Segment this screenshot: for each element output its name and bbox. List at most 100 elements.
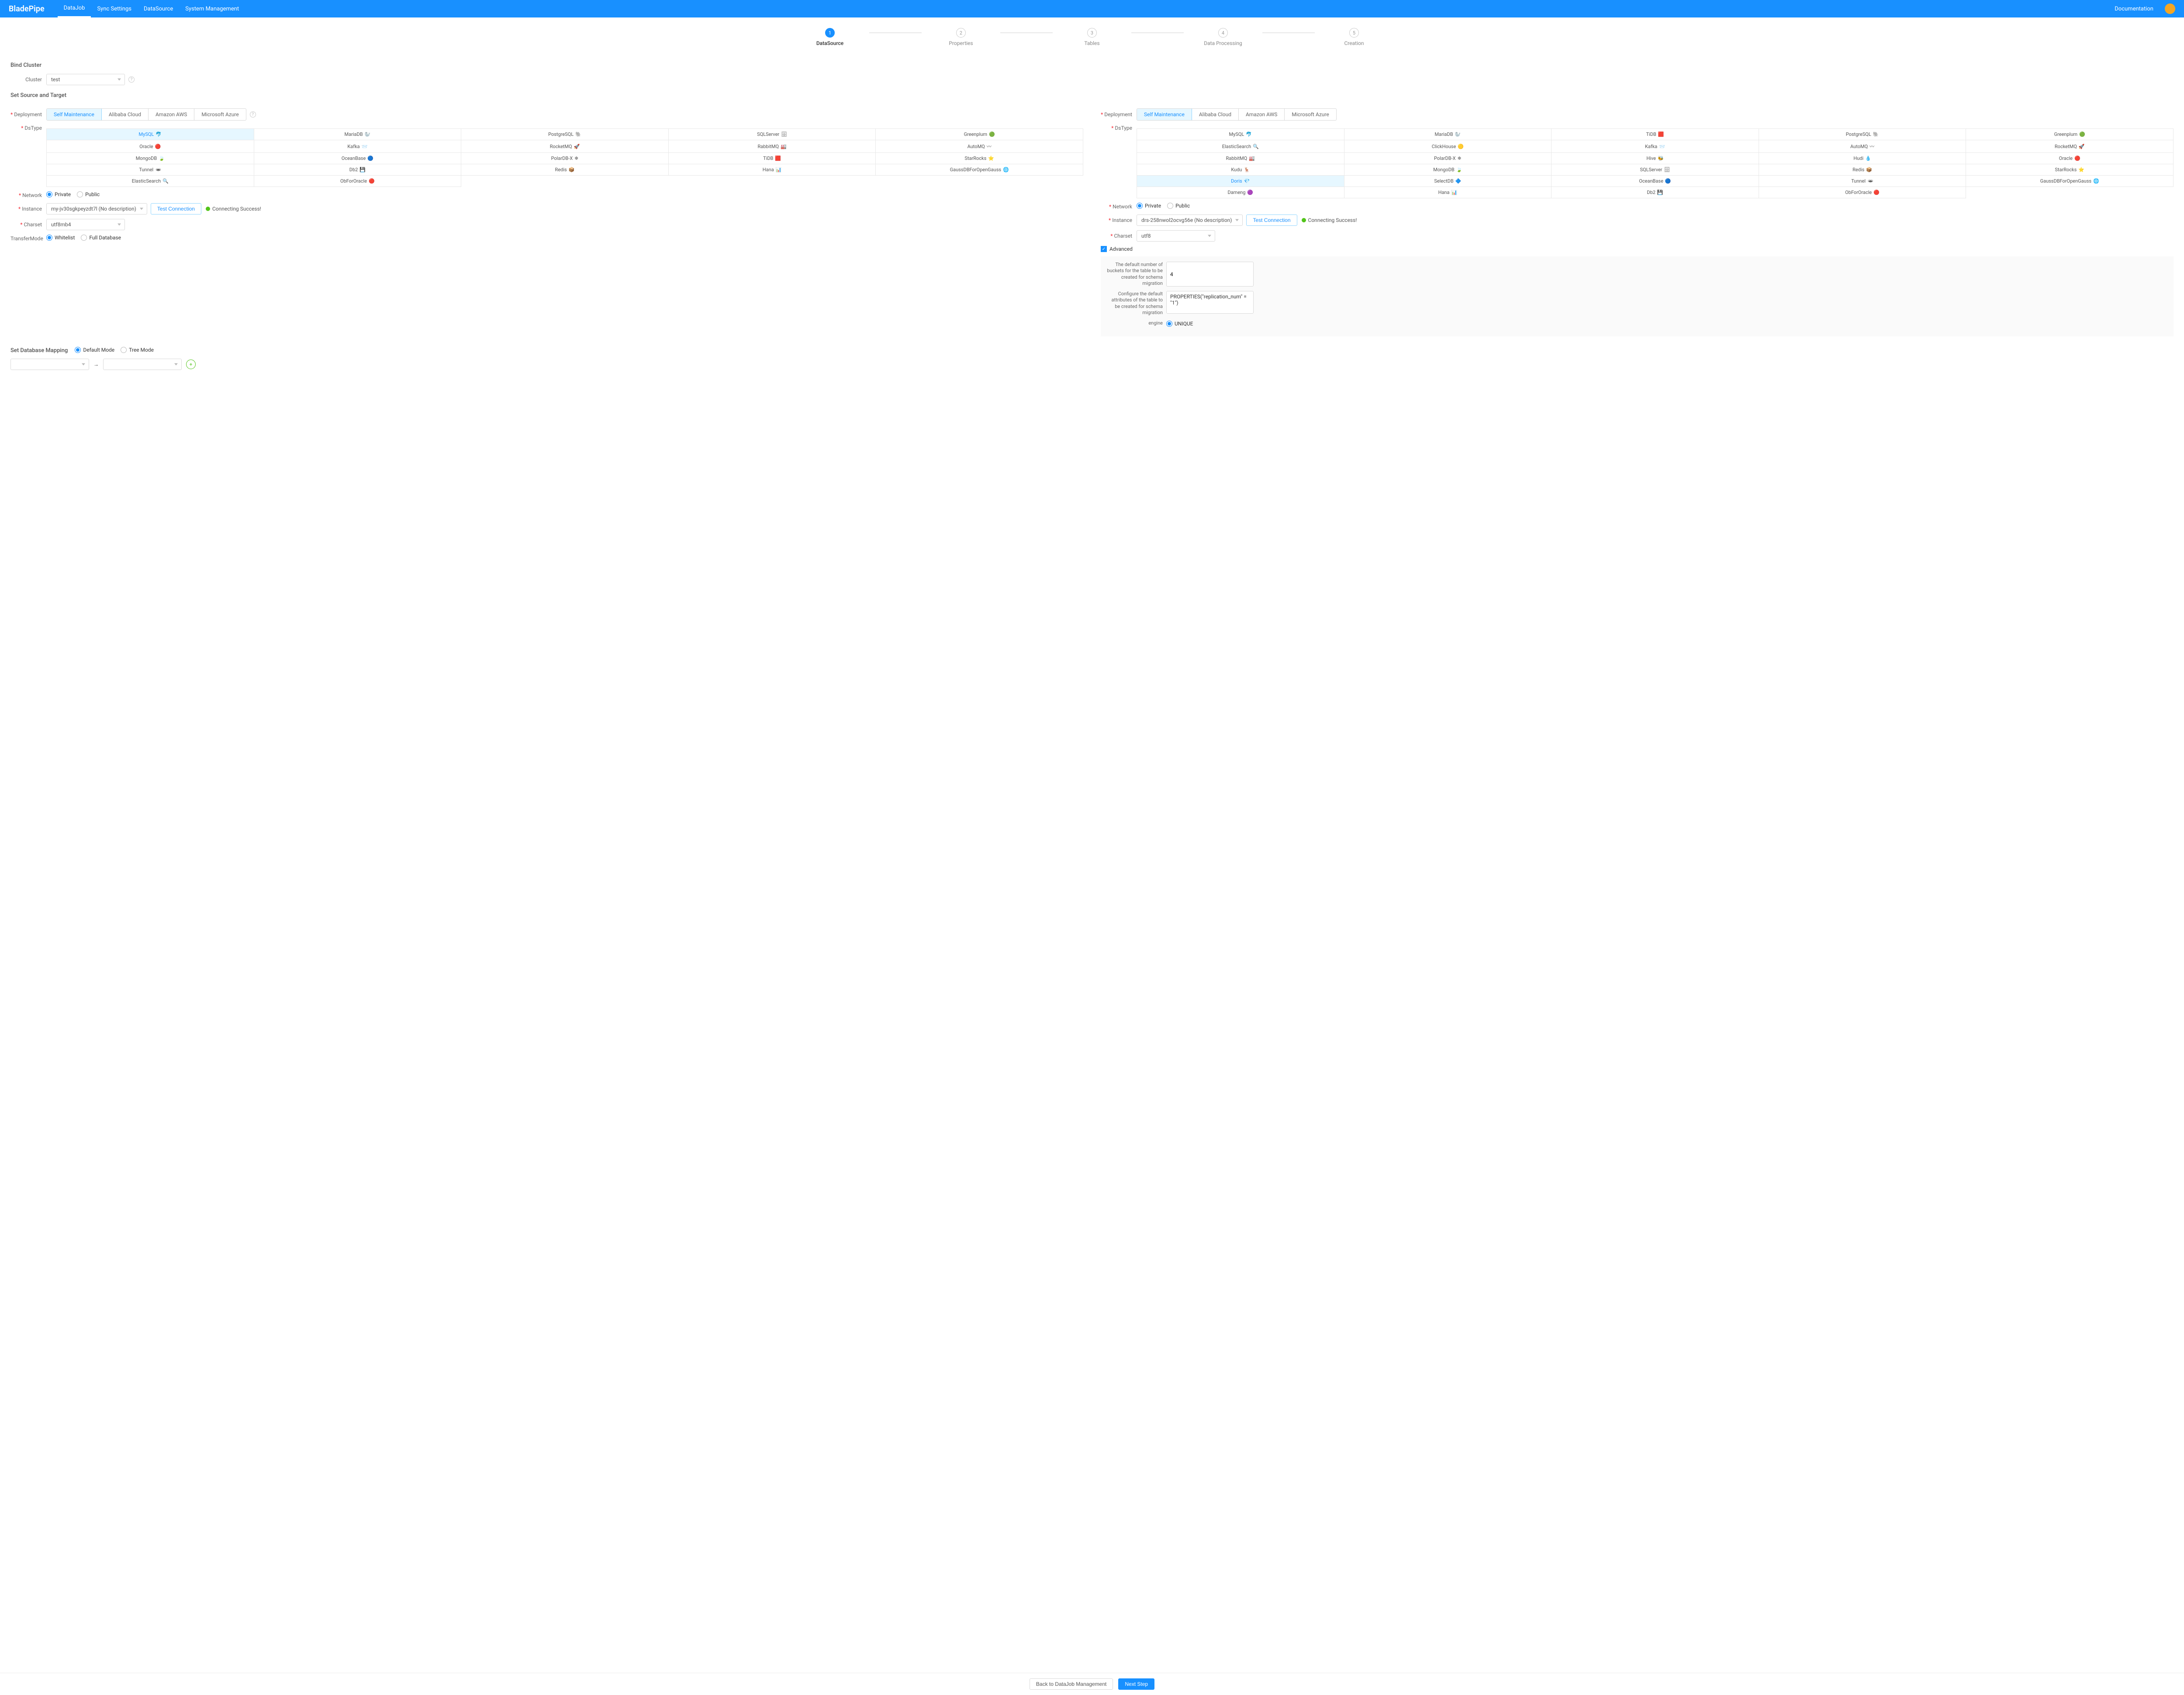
nav-item-datasource[interactable]: DataSource (138, 0, 179, 17)
logo: BladePipe (9, 4, 45, 14)
dstype-automq[interactable]: AutoMQ 〰 (876, 140, 1083, 153)
dstype-elasticsearch[interactable]: ElasticSearch 🔍 (1137, 140, 1344, 153)
cluster-select[interactable]: test (46, 74, 125, 85)
deployment-tab-alibaba-cloud[interactable]: Alibaba Cloud (102, 109, 149, 120)
deployment-tab-microsoft-azure[interactable]: Microsoft Azure (1285, 109, 1336, 120)
dstype-dameng[interactable]: Dameng 🟣 (1137, 187, 1344, 198)
dstype-mongodb[interactable]: MongoDB 🍃 (1344, 164, 1552, 176)
dstype-kudu[interactable]: Kudu 🦌 (1137, 164, 1344, 176)
dstype-hudi[interactable]: Hudi 💧 (1759, 153, 1966, 164)
attrs-textarea[interactable]: PROPERTIES("replication_num" = "1") (1166, 291, 1254, 314)
nav-item-sync-settings[interactable]: Sync Settings (91, 0, 138, 17)
source-instance-select[interactable]: my-jv30sgkpeyzdt7l (No description) (46, 203, 147, 214)
documentation-link[interactable]: Documentation (2108, 0, 2160, 17)
dstype-mongodb[interactable]: MongoDB 🍃 (47, 153, 254, 164)
set-db-mapping-title: Set Database Mapping (10, 347, 68, 354)
hive-icon: 🐝 (1658, 156, 1664, 161)
engine-radio-unique[interactable]: UNIQUE (1166, 321, 1193, 327)
dstype-postgresql[interactable]: PostgreSQL 🐘 (461, 129, 669, 140)
dstype-hive[interactable]: Hive 🐝 (1552, 153, 1759, 164)
back-button[interactable]: Back to DataJob Management (1030, 1678, 1113, 1690)
dstype-sqlserver[interactable]: SQLServer 🗄 (1552, 164, 1759, 176)
oceanbase-icon: 🔵 (367, 156, 373, 161)
dstype-db2[interactable]: Db2 💾 (254, 164, 462, 176)
dstype-mariadb[interactable]: MariaDB 🦭 (254, 129, 462, 140)
dstype-tidb[interactable]: TiDB 🟥 (1552, 129, 1759, 140)
source-network-radio-public[interactable]: Public (77, 191, 100, 197)
target-test-connection-button[interactable]: Test Connection (1246, 214, 1297, 226)
deployment-tab-microsoft-azure[interactable]: Microsoft Azure (194, 109, 245, 120)
target-network-radio-private[interactable]: Private (1137, 203, 1161, 209)
dstype-mariadb[interactable]: MariaDB 🦭 (1344, 129, 1552, 140)
dstype-greenplum[interactable]: Greenplum 🟢 (876, 129, 1083, 140)
mapping-target-select[interactable] (103, 359, 182, 370)
dstype-rocketmq[interactable]: RocketMQ 🚀 (1966, 140, 2174, 153)
source-test-connection-button[interactable]: Test Connection (151, 203, 201, 214)
target-instance-select[interactable]: drs-258nwol2ocvg56e (No description) (1137, 214, 1243, 226)
redis-icon: 📦 (1866, 167, 1872, 173)
rocketmq-icon: 🚀 (574, 144, 580, 149)
target-charset-select[interactable]: utf8 (1137, 230, 1215, 242)
dstype-gaussdbforopengauss[interactable]: GaussDBForOpenGauss 🌐 (876, 164, 1083, 176)
avatar[interactable] (2165, 3, 2175, 14)
deployment-tab-self-maintenance[interactable]: Self Maintenance (1137, 109, 1192, 120)
dstype-starrocks[interactable]: StarRocks ⭐ (1966, 164, 2174, 176)
nav-item-datajob[interactable]: DataJob (58, 0, 91, 17)
dstype-tunnel[interactable]: Tunnel 🕳 (47, 164, 254, 176)
dstype-postgresql[interactable]: PostgreSQL 🐘 (1759, 129, 1966, 140)
dstype-sqlserver[interactable]: SQLServer 🗄 (669, 129, 876, 140)
dstype-oracle[interactable]: Oracle 🔴 (1966, 153, 2174, 164)
top-nav: BladePipe DataJobSync SettingsDataSource… (0, 0, 2184, 17)
deployment-tab-amazon-aws[interactable]: Amazon AWS (149, 109, 194, 120)
dstype-rocketmq[interactable]: RocketMQ 🚀 (461, 140, 669, 153)
transfermode-radio-full-database[interactable]: Full Database (81, 235, 121, 241)
deployment-tab-amazon-aws[interactable]: Amazon AWS (1239, 109, 1285, 120)
nav-item-system-management[interactable]: System Management (179, 0, 245, 17)
deployment-tab-self-maintenance[interactable]: Self Maintenance (47, 109, 102, 120)
dstype-clickhouse[interactable]: ClickHouse 🟡 (1344, 140, 1552, 153)
dstype-hana[interactable]: Hana 📊 (1344, 187, 1552, 198)
dstype-hana[interactable]: Hana 📊 (669, 164, 876, 176)
target-network-radio-public[interactable]: Public (1167, 203, 1190, 209)
dstype-tidb[interactable]: TiDB 🟥 (669, 153, 876, 164)
dstype-mysql[interactable]: MySQL 🐬 (1137, 129, 1344, 140)
dstype-mysql[interactable]: MySQL 🐬 (47, 129, 254, 140)
dstype-elasticsearch[interactable]: ElasticSearch 🔍 (47, 176, 254, 187)
dstype-oceanbase[interactable]: OceanBase 🔵 (254, 153, 462, 164)
help-icon[interactable]: ? (128, 76, 135, 83)
source-charset-select[interactable]: utf8mb4 (46, 219, 125, 230)
dstype-redis[interactable]: Redis 📦 (461, 164, 669, 176)
dstype-rabbitmq[interactable]: RabbitMQ 🏭 (1137, 153, 1344, 164)
transfermode-radio-whitelist[interactable]: Whitelist (46, 235, 75, 241)
step-tables: 3Tables (1053, 28, 1131, 46)
dstype-kafka[interactable]: Kafka 📨 (1552, 140, 1759, 153)
mapping-mode-radio-tree-mode[interactable]: Tree Mode (121, 347, 154, 353)
dstype-automq[interactable]: AutoMQ 〰 (1759, 140, 1966, 153)
next-button[interactable]: Next Step (1118, 1678, 1154, 1690)
dstype-obfororacle[interactable]: ObForOracle 🔴 (254, 176, 462, 187)
dstype-kafka[interactable]: Kafka 📨 (254, 140, 462, 153)
dstype-polardb-x[interactable]: PolarDB-X ❄ (1344, 153, 1552, 164)
advanced-checkbox[interactable]: ✓ (1101, 246, 1107, 252)
source-network-radio-private[interactable]: Private (46, 191, 71, 197)
deployment-tab-alibaba-cloud[interactable]: Alibaba Cloud (1192, 109, 1239, 120)
help-icon[interactable]: ? (250, 111, 256, 118)
buckets-input[interactable] (1166, 262, 1254, 287)
dstype-doris[interactable]: Doris 💎 (1137, 176, 1344, 187)
dstype-oceanbase[interactable]: OceanBase 🔵 (1552, 176, 1759, 187)
dstype-redis[interactable]: Redis 📦 (1759, 164, 1966, 176)
arrow-icon: → (93, 361, 99, 367)
mapping-mode-radio-default-mode[interactable]: Default Mode (75, 347, 114, 353)
dstype-tunnel[interactable]: Tunnel 🕳 (1759, 176, 1966, 187)
mapping-source-select[interactable] (10, 359, 89, 370)
dstype-obfororacle[interactable]: ObForOracle 🔴 (1759, 187, 1966, 198)
dstype-starrocks[interactable]: StarRocks ⭐ (876, 153, 1083, 164)
dstype-rabbitmq[interactable]: RabbitMQ 🏭 (669, 140, 876, 153)
dstype-gaussdbforopengauss[interactable]: GaussDBForOpenGauss 🌐 (1966, 176, 2174, 187)
dstype-polardb-x[interactable]: PolarDB-X ❄ (461, 153, 669, 164)
dstype-selectdb[interactable]: SelectDB 🔷 (1344, 176, 1552, 187)
dstype-greenplum[interactable]: Greenplum 🟢 (1966, 129, 2174, 140)
dstype-db2[interactable]: Db2 💾 (1552, 187, 1759, 198)
add-mapping-button[interactable]: + (186, 360, 196, 369)
dstype-oracle[interactable]: Oracle 🔴 (47, 140, 254, 153)
